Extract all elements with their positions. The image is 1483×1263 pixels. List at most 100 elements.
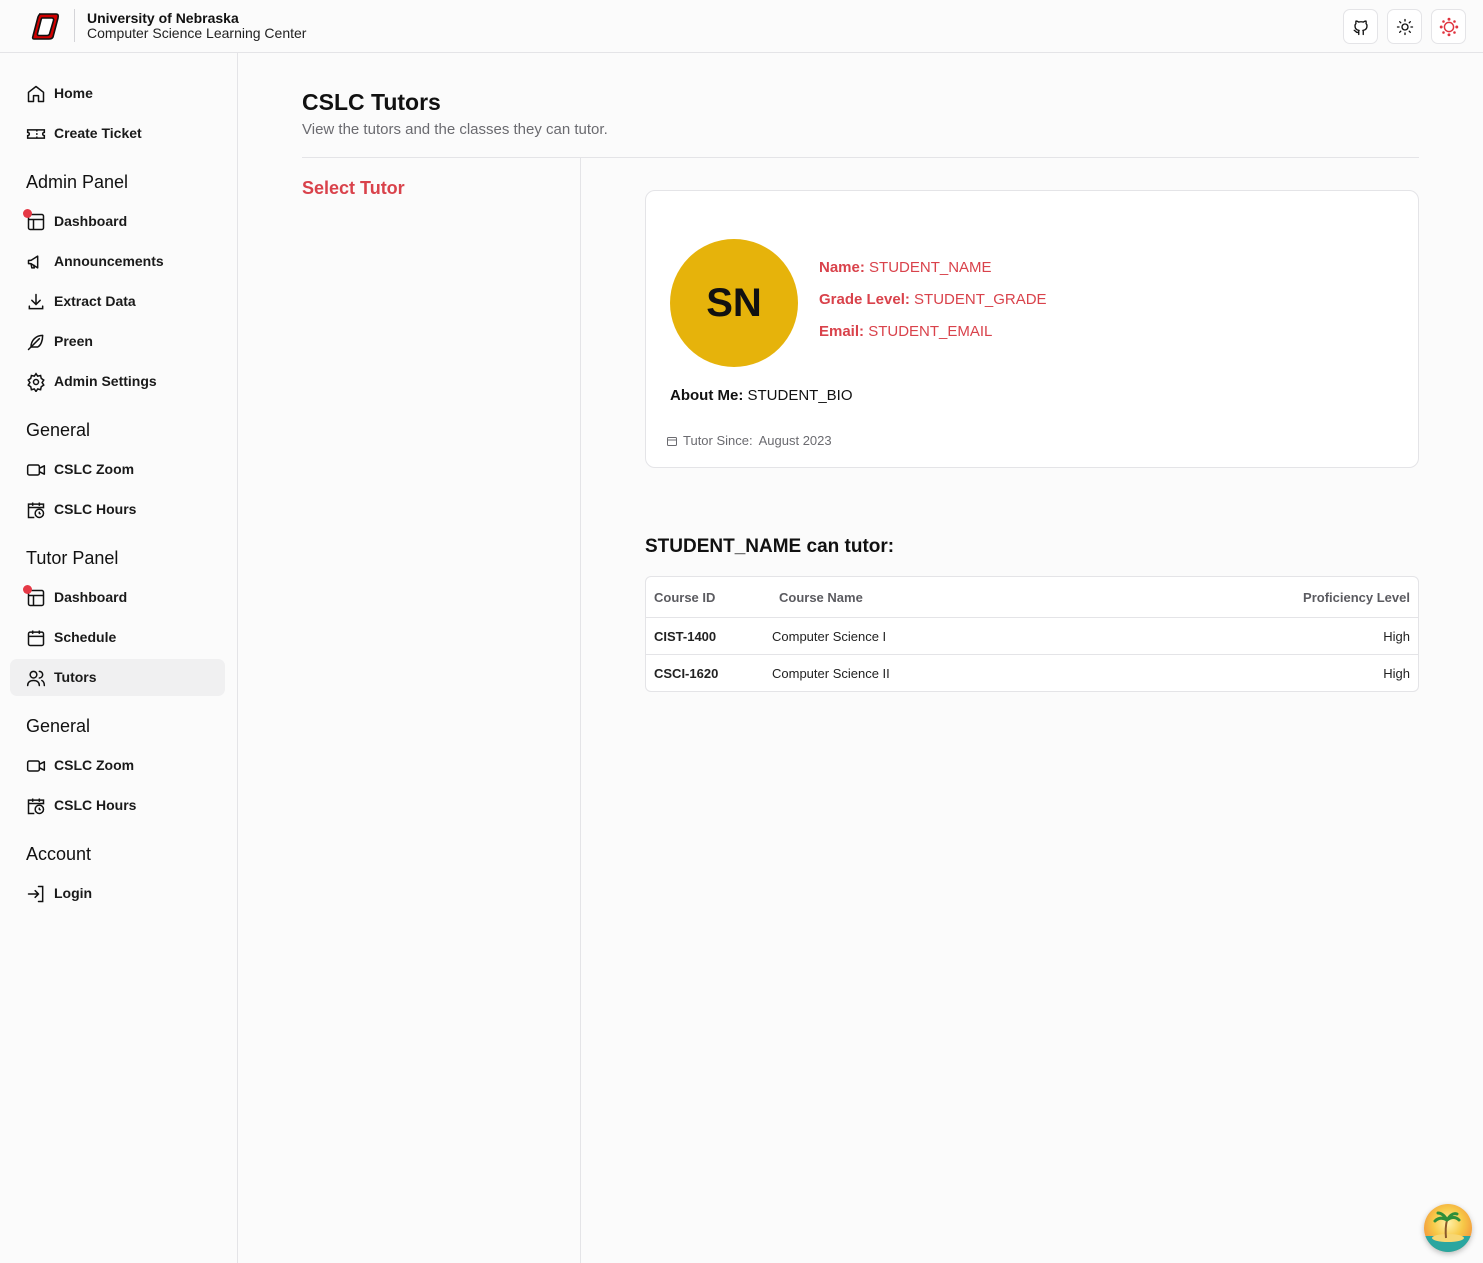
tutor-name: Name: STUDENT_NAME: [819, 259, 992, 276]
email-value: STUDENT_EMAIL: [868, 323, 993, 340]
sidebar-item-label: Login: [54, 885, 93, 901]
sidebar-item-label: CSLC Hours: [54, 501, 137, 517]
course-name-cell: Computer Science II: [772, 666, 890, 681]
course-id-cell: CSCI-1620: [654, 666, 719, 681]
sidebar-item-label: CSLC Hours: [54, 797, 137, 813]
sidebar-item-login[interactable]: Login: [10, 875, 225, 912]
sidebar-item-admin-dashboard[interactable]: Dashboard: [10, 203, 225, 240]
grade-label: Grade Level:: [819, 291, 910, 308]
sidebar-item-cslc-hours[interactable]: CSLC Hours: [10, 491, 225, 528]
sun-icon: [1396, 18, 1413, 35]
tutor-since: Tutor Since: August 2023: [666, 433, 832, 448]
name-label: Name:: [819, 259, 865, 276]
course-id-cell: CIST-1400: [654, 629, 717, 644]
sidebar-item-extract-data[interactable]: Extract Data: [10, 283, 225, 320]
table-header-row: Course ID Course Name Proficiency Level: [646, 577, 1418, 618]
courses-table: Course ID Course Name Proficiency Level …: [645, 576, 1419, 692]
notification-dot: [23, 585, 32, 594]
main-divider: [302, 157, 1419, 158]
select-tutor-heading[interactable]: Select Tutor: [302, 178, 405, 199]
sidebar-item-label: Announcements: [54, 253, 164, 269]
github-icon: [1353, 19, 1368, 35]
palm-tree-icon: [1424, 1211, 1472, 1252]
sidebar-item-label: Home: [54, 85, 93, 101]
canvas-button[interactable]: [1431, 9, 1466, 44]
sidebar-item-create-ticket[interactable]: Create Ticket: [10, 115, 225, 152]
table-row: CSCI-1620 Computer Science II High: [646, 655, 1418, 691]
proficiency-cell: High: [1383, 666, 1410, 681]
about-value: STUDENT_BIO: [747, 387, 853, 404]
video-icon: [26, 760, 46, 772]
notification-dot: [23, 209, 32, 218]
section-title-account: Account: [26, 844, 92, 864]
grade-value: STUDENT_GRADE: [914, 291, 1047, 308]
column-header-course-name: Course Name: [779, 590, 863, 605]
users-icon: [26, 670, 46, 687]
sidebar-item-label: Tutors: [54, 669, 97, 685]
home-icon: [27, 85, 45, 103]
sidebar-item-cslc-hours[interactable]: CSLC Hours: [10, 787, 225, 824]
sidebar-item-tutors[interactable]: Tutors: [10, 659, 225, 696]
name-value: STUDENT_NAME: [869, 259, 992, 276]
column-divider: [580, 158, 581, 1263]
sidebar-item-tutor-dashboard[interactable]: Dashboard: [10, 579, 225, 616]
download-icon: [28, 293, 44, 310]
sidebar-item-label: Dashboard: [54, 213, 128, 229]
sidebar-item-label: Schedule: [54, 629, 117, 645]
sidebar-item-label: Create Ticket: [54, 125, 142, 141]
tutor-grade: Grade Level: STUDENT_GRADE: [819, 291, 1047, 308]
sidebar-item-home[interactable]: Home: [10, 75, 225, 112]
tutor-profile-card: SN Name: STUDENT_NAME Grade Level: STUDE…: [645, 190, 1419, 468]
megaphone-icon: [27, 255, 39, 269]
calendar-icon: [667, 436, 677, 446]
sidebar-item-cslc-zoom[interactable]: CSLC Zoom: [10, 451, 225, 488]
sidebar-item-admin-settings[interactable]: Admin Settings: [10, 363, 225, 400]
calendar-clock-icon: [27, 502, 45, 519]
theme-toggle-button[interactable]: [1387, 9, 1422, 44]
sidebar-item-label: Extract Data: [54, 293, 136, 309]
sidebar-item-label: Admin Settings: [54, 373, 157, 389]
tutor-about: About Me: STUDENT_BIO: [670, 387, 853, 404]
tutor-email: Email: STUDENT_EMAIL: [819, 323, 992, 340]
sidebar-item-label: Dashboard: [54, 589, 128, 605]
section-title-tutor-panel: Tutor Panel: [26, 548, 119, 568]
canvas-icon: [1439, 17, 1458, 36]
top-header: University of Nebraska Computer Science …: [0, 0, 1483, 53]
table-row: CIST-1400 Computer Science I High: [646, 618, 1418, 655]
about-label: About Me:: [670, 387, 744, 404]
sidebar-item-cslc-zoom[interactable]: CSLC Zoom: [10, 747, 225, 784]
section-title-admin-panel: Admin Panel: [26, 172, 129, 192]
header-divider: [74, 9, 75, 42]
section-title-general: General: [26, 716, 91, 736]
unl-logo-icon[interactable]: [30, 10, 62, 42]
section-title-general: General: [26, 420, 91, 440]
brand-subtitle: Computer Science Learning Center: [87, 25, 307, 41]
email-label: Email:: [819, 323, 865, 340]
sidebar-item-preen[interactable]: Preen: [10, 323, 225, 360]
calendar-icon: [27, 630, 45, 647]
sidebar-item-label: CSLC Zoom: [54, 461, 135, 477]
brand-title: University of Nebraska: [87, 10, 239, 26]
column-header-proficiency: Proficiency Level: [1303, 590, 1410, 605]
floating-assistant-button[interactable]: [1424, 1204, 1472, 1252]
avatar: SN: [670, 239, 798, 367]
sidebar: Home Create Ticket Admin Panel Dashboard…: [0, 53, 238, 1263]
proficiency-cell: High: [1383, 629, 1410, 644]
since-value: August 2023: [758, 433, 832, 448]
page-title: CSLC Tutors: [302, 89, 441, 115]
gear-icon: [27, 372, 45, 392]
course-name-cell: Computer Science I: [772, 629, 887, 644]
ticket-icon: [26, 129, 46, 139]
sidebar-item-announcements[interactable]: Announcements: [10, 243, 225, 280]
feather-icon: [27, 334, 44, 351]
calendar-clock-icon: [27, 798, 45, 815]
github-button[interactable]: [1343, 9, 1378, 44]
column-header-course-id: Course ID: [654, 590, 716, 605]
since-label: Tutor Since:: [683, 433, 753, 448]
sidebar-item-schedule[interactable]: Schedule: [10, 619, 225, 656]
can-tutor-heading: STUDENT_NAME can tutor:: [645, 536, 895, 557]
login-icon: [27, 885, 44, 903]
page-subtitle: View the tutors and the classes they can…: [302, 121, 608, 138]
video-icon: [26, 464, 46, 476]
sidebar-item-label: Preen: [54, 333, 93, 349]
